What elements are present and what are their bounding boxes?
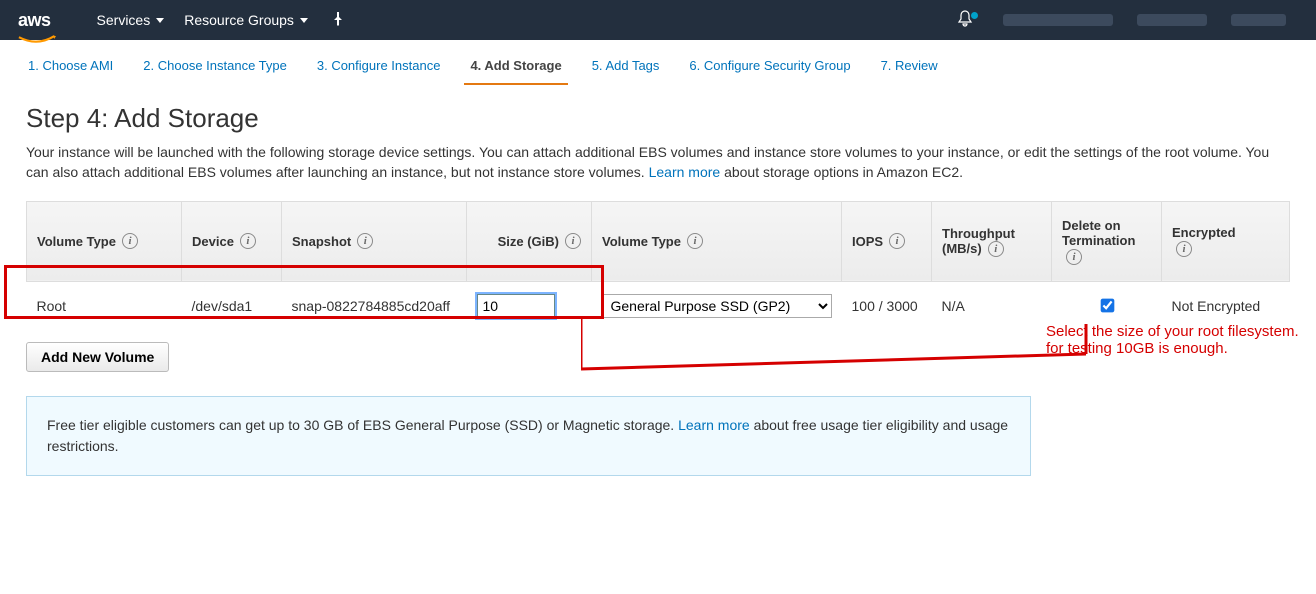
learn-more-link[interactable]: Learn more (649, 164, 721, 180)
info-icon[interactable]: i (687, 233, 703, 249)
step-review[interactable]: 7. Review (875, 50, 944, 85)
step-add-storage[interactable]: 4. Add Storage (464, 50, 567, 85)
cell-voltype-left: Root (27, 281, 182, 330)
size-input[interactable] (477, 294, 555, 318)
info-icon[interactable]: i (889, 233, 905, 249)
hdr-delete-l1: Delete on (1062, 218, 1121, 233)
info-icon[interactable]: i (565, 233, 581, 249)
desc-post: about storage options in Amazon EC2. (720, 164, 963, 180)
page-description: Your instance will be launched with the … (26, 142, 1290, 183)
notification-dot-icon (971, 12, 978, 19)
hdr-size: Size (GiB) (498, 234, 559, 249)
step-configure-security-group[interactable]: 6. Configure Security Group (683, 50, 856, 85)
storage-table: Volume Typei Devicei Snapshoti Size (GiB… (26, 201, 1290, 330)
cell-device: /dev/sda1 (182, 281, 282, 330)
step-choose-instance-type[interactable]: 2. Choose Instance Type (137, 50, 293, 85)
hdr-delete-l2: Termination (1062, 233, 1135, 248)
support-menu[interactable] (1231, 14, 1286, 26)
hdr-throughput-l1: Throughput (942, 226, 1015, 241)
step-add-tags[interactable]: 5. Add Tags (586, 50, 666, 85)
info-pre: Free tier eligible customers can get up … (47, 417, 678, 433)
hdr-iops: IOPS (852, 234, 883, 249)
services-menu[interactable]: Services (87, 12, 175, 28)
hdr-device: Device (192, 234, 234, 249)
notifications-bell[interactable] (939, 10, 991, 31)
region-menu[interactable] (1137, 14, 1207, 26)
account-menu[interactable] (1003, 14, 1113, 26)
step-choose-ami[interactable]: 1. Choose AMI (22, 50, 119, 85)
cell-snapshot: snap-0822784885cd20aff (282, 281, 467, 330)
resource-groups-menu[interactable]: Resource Groups (174, 12, 318, 28)
page-content: Step 4: Add Storage Your instance will b… (0, 85, 1316, 496)
hdr-snapshot: Snapshot (292, 234, 351, 249)
info-icon[interactable]: i (122, 233, 138, 249)
annotation-line2: for testing 10GB is enough. (1046, 340, 1228, 357)
info-icon[interactable]: i (240, 233, 256, 249)
hdr-volume-type-left: Volume Type (37, 234, 116, 249)
top-nav-bar: aws Services Resource Groups (0, 0, 1316, 40)
wizard-steps: 1. Choose AMI 2. Choose Instance Type 3.… (0, 40, 1316, 85)
delete-on-termination-checkbox[interactable] (1100, 299, 1114, 313)
learn-more-free-tier-link[interactable]: Learn more (678, 417, 750, 433)
add-new-volume-button[interactable]: Add New Volume (26, 342, 169, 372)
aws-logo-text: aws (18, 10, 51, 30)
pin-icon[interactable] (318, 12, 358, 29)
info-icon[interactable]: i (1176, 241, 1192, 257)
hdr-throughput-l2: (MB/s) (942, 241, 982, 256)
info-icon[interactable]: i (988, 241, 1004, 257)
step-configure-instance[interactable]: 3. Configure Instance (311, 50, 447, 85)
cell-iops: 100 / 3000 (842, 281, 932, 330)
aws-smile-icon (18, 29, 51, 35)
cell-throughput: N/A (932, 281, 1052, 330)
annotation-text: Select the size of your root filesystem.… (1046, 323, 1316, 357)
aws-logo[interactable]: aws (18, 10, 51, 31)
page-title: Step 4: Add Storage (26, 103, 1290, 134)
info-icon[interactable]: i (1066, 249, 1082, 265)
volume-type-select[interactable]: General Purpose SSD (GP2) (602, 294, 832, 318)
chevron-down-icon (156, 18, 164, 23)
services-label: Services (97, 12, 151, 28)
desc-pre: Your instance will be launched with the … (26, 144, 1269, 180)
free-tier-info-box: Free tier eligible customers can get up … (26, 396, 1031, 476)
bell-icon (957, 10, 973, 28)
info-icon[interactable]: i (357, 233, 373, 249)
chevron-down-icon (300, 18, 308, 23)
hdr-volume-type-right: Volume Type (602, 234, 681, 249)
resource-groups-label: Resource Groups (184, 12, 294, 28)
storage-panel: Volume Typei Devicei Snapshoti Size (GiB… (26, 201, 1290, 476)
hdr-encrypted: Encrypted (1172, 225, 1236, 240)
annotation-line1: Select the size of your root filesystem. (1046, 323, 1299, 340)
